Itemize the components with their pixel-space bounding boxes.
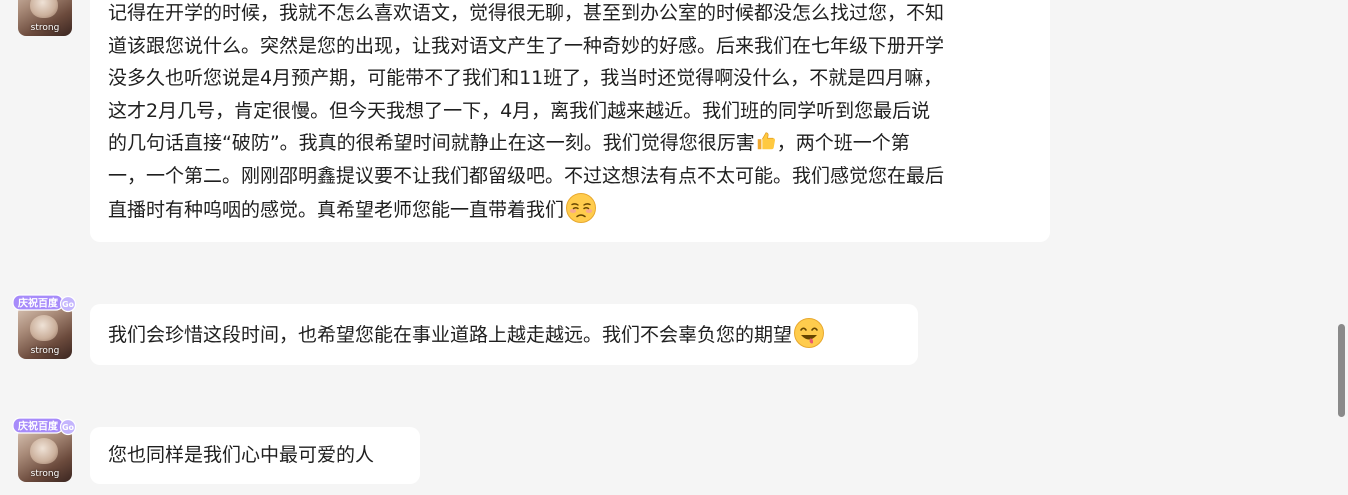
message-bubble[interactable]: 记得在开学的时候，我就不怎么喜欢语文，觉得很无聊，甚至到办公室的时候都没怎么找过… — [90, 0, 1050, 242]
avatar-caption: strong — [30, 23, 60, 33]
scrollbar[interactable] — [1336, 0, 1348, 495]
badge-text: 庆祝百度 — [17, 297, 59, 310]
message-line: 这才2月几号，肯定很慢。但今天我想了一下，4月，离我们越来越近。我们班的同学听到… — [108, 99, 931, 122]
message-line: 的几句话直接“破防”。我真的很希望时间就静止在这一刻。我们觉得您很厉害 ，两个班… — [108, 127, 1032, 160]
svg-text:Go: Go — [62, 423, 75, 432]
message-text: ，两个班一个第 — [776, 132, 910, 154]
avatar[interactable]: strong Go 庆祝百度 — [12, 417, 77, 482]
chat-history: strong 记得在开学的时候，我就不怎么喜欢语文，觉得很无聊，甚至到办公室的时… — [0, 0, 1336, 495]
chat-message: strong Go 庆祝百度 您也同样是我们心中最可爱的人 — [12, 417, 428, 486]
message-line: 没多久也听您说是4月预产期，可能带不了我们和11班了，我当时还觉得啊没什么，不就… — [108, 67, 943, 89]
message-line: 一，一个第二。刚刚邵明鑫提议要不让我们都留级吧。不过这想法有点不太可能。我们感觉… — [108, 164, 945, 187]
scrollbar-thumb[interactable] — [1338, 324, 1345, 417]
avatar-caption: strong — [30, 346, 60, 356]
message-bubble[interactable]: 我们会珍惜这段时间，也希望您能在事业道路上越走越远。我们不会辜负您的期望 — [90, 304, 918, 365]
celebration-badge-icon: Go 庆祝百度 — [12, 294, 77, 313]
message-text: 直播时有种呜咽的感觉。真希望老师您能一直带着我们 — [108, 199, 565, 221]
chat-message: strong 记得在开学的时候，我就不怎么喜欢语文，觉得很无聊，甚至到办公室的时… — [18, 0, 1058, 245]
celebration-badge-icon: Go 庆祝百度 — [12, 417, 77, 436]
message-text: 的几句话直接“破防”。我真的很希望时间就静止在这一刻。我们觉得您很厉害 — [108, 132, 755, 154]
message-bubble[interactable]: 您也同样是我们心中最可爱的人 — [90, 427, 420, 484]
message-line: 道该跟您说什么。突然是您的出现，让我对语文产生了一种奇妙的好感。后来我们在七年级… — [108, 34, 945, 57]
badge-text: 庆祝百度 — [17, 420, 59, 433]
pleading-face-emoji — [566, 193, 597, 223]
face-savoring-emoji — [794, 318, 825, 348]
message-text: 我们会珍惜这段时间，也希望您能在事业道路上越走越远。我们不会辜负您的期望 — [108, 324, 793, 346]
chat-message: strong Go 庆祝百度 我们会珍惜这段时间，也希望您能在事业道路上越走越远… — [12, 294, 918, 365]
message-line: 记得在开学的时候，我就不怎么喜欢语文，觉得很无聊，甚至到办公室的时候都没怎么找过… — [108, 2, 945, 24]
message-line: 直播时有种呜咽的感觉。真希望老师您能一直带着我们 — [108, 192, 1032, 227]
message-text: 您也同样是我们心中最可爱的人 — [108, 444, 375, 466]
avatar[interactable]: strong — [18, 0, 72, 36]
thumbs-up-emoji — [757, 132, 775, 150]
avatar-caption: strong — [30, 469, 60, 479]
avatar[interactable]: strong Go 庆祝百度 — [12, 294, 77, 359]
svg-text:Go: Go — [62, 300, 75, 309]
